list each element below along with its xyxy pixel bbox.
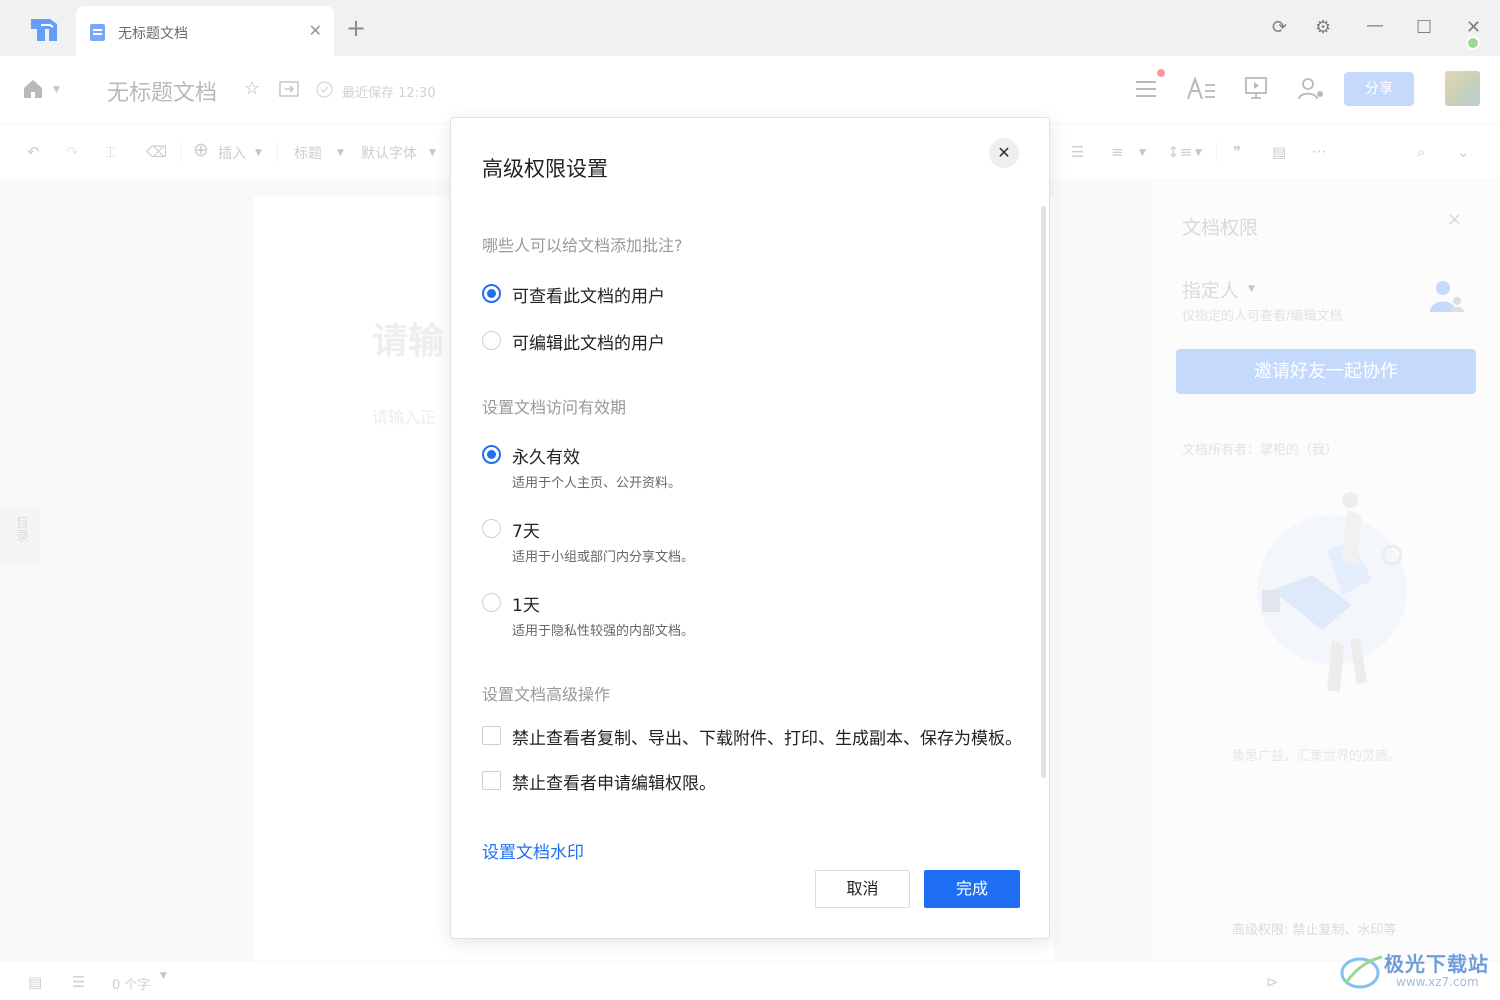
radio-button[interactable] [482, 445, 501, 464]
dialog-title: 高级权限设置 [482, 157, 608, 181]
radio-button[interactable] [482, 331, 501, 350]
option-label: 可查看此文档的用户 [512, 287, 665, 307]
watermark-settings-link[interactable]: 设置文档水印 [482, 838, 584, 863]
checkbox[interactable] [482, 771, 501, 790]
option-label: 禁止查看者申请编辑权限。 [512, 774, 716, 794]
option-label: 永久有效 [512, 448, 580, 468]
comment-section-label: 哪些人可以给文档添加批注? [482, 236, 683, 255]
option-desc: 适用于隐私性较强的内部文档。 [512, 624, 695, 639]
dialog-close-icon[interactable]: ✕ [989, 138, 1019, 168]
option-label: 可编辑此文档的用户 [512, 334, 665, 354]
option-label: 1天 [512, 596, 540, 616]
radio-button[interactable] [482, 593, 501, 612]
cancel-button[interactable]: 取消 [815, 870, 910, 908]
advanced-section-label: 设置文档高级操作 [482, 685, 611, 704]
option-label: 7天 [512, 522, 540, 542]
validity-section-label: 设置文档访问有效期 [482, 398, 627, 417]
dialog-scrollbar[interactable] [1041, 206, 1046, 778]
option-desc: 适用于个人主页、公开资料。 [512, 476, 682, 491]
done-button[interactable]: 完成 [924, 870, 1020, 908]
advanced-permission-dialog: 高级权限设置 ✕ 哪些人可以给文档添加批注? 可查看此文档的用户 可编辑此文档的… [450, 117, 1050, 939]
radio-button[interactable] [482, 519, 501, 538]
radio-button[interactable] [482, 284, 501, 303]
checkbox[interactable] [482, 726, 501, 745]
option-desc: 适用于小组或部门内分享文档。 [512, 550, 695, 565]
option-label: 禁止查看者复制、导出、下载附件、打印、生成副本、保存为模板。 [512, 729, 1022, 749]
